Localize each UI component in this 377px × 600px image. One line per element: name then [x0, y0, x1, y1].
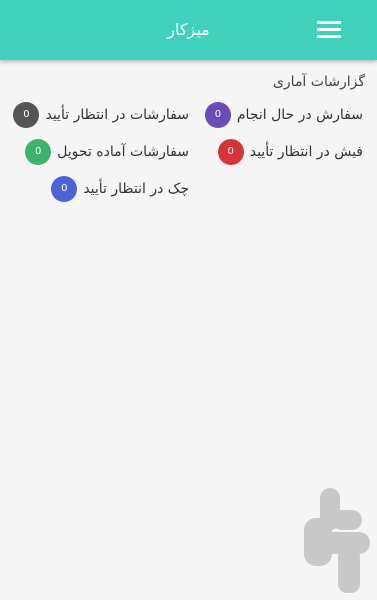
hamburger-menu-icon[interactable]: [317, 21, 341, 39]
stat-orders-in-progress[interactable]: سفارش در حال انجام 0: [204, 101, 363, 129]
stat-orders-ready-for-delivery[interactable]: سفارشات آماده تحویل 0: [25, 138, 189, 166]
stat-label: سفارشات آماده تحویل: [57, 144, 189, 160]
section-title: گزارشات آماری: [272, 74, 365, 90]
stat-count-badge: 0: [13, 102, 40, 128]
app-logo-icon: [304, 488, 370, 593]
stat-count-badge: 0: [217, 139, 244, 165]
stat-label: چک در انتظار تأیید: [83, 181, 189, 197]
app-bar: میزکار: [0, 0, 377, 60]
stat-orders-awaiting-approval[interactable]: سفارشات در انتظار تأیید 0: [13, 101, 189, 129]
stat-label: سفارشات در انتظار تأیید: [45, 107, 189, 123]
stat-label: سفارش در حال انجام: [236, 107, 363, 123]
stat-count-badge: 0: [25, 139, 52, 165]
stat-count-badge: 0: [204, 102, 231, 128]
stat-receipts-awaiting-approval[interactable]: فیش در انتظار تأیید 0: [217, 138, 363, 166]
stat-count-badge: 0: [51, 176, 78, 202]
stat-checks-awaiting-approval[interactable]: چک در انتظار تأیید 0: [51, 175, 189, 203]
stat-label: فیش در انتظار تأیید: [249, 144, 363, 160]
